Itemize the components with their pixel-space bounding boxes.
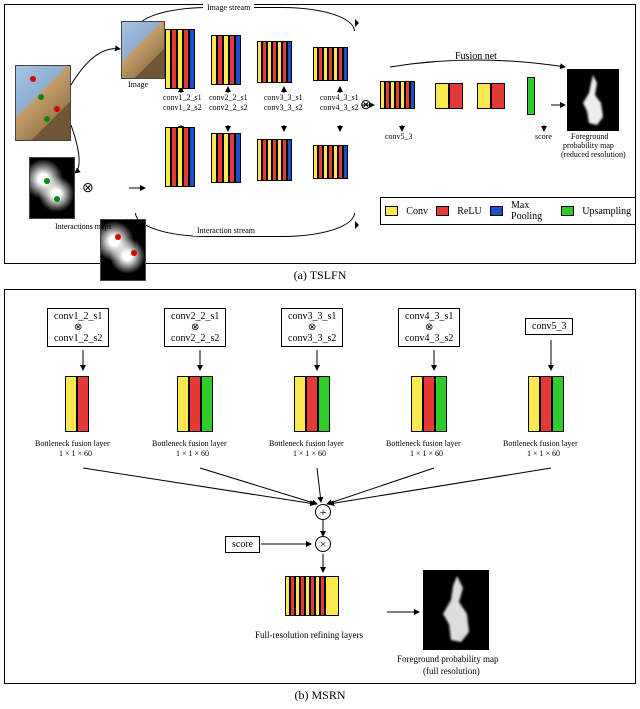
- fusion-net-label: Fusion net: [455, 51, 497, 62]
- legend-maxpool-swatch: [490, 206, 503, 216]
- featbox-1: conv2_2_s1 ⊗ conv2_2_s2: [164, 308, 226, 347]
- oplus-icon: +: [315, 504, 331, 520]
- score-label-a: score: [535, 133, 552, 142]
- refining-layers: [285, 576, 339, 616]
- int-stream-stage4: [313, 145, 348, 179]
- conv-label-top-3: conv4_3_s1: [320, 94, 359, 103]
- featbox-2: conv3_3_s1 ⊗ conv3_3_s2: [281, 308, 343, 347]
- conv-label-bot-0: conv1_2_s2: [163, 104, 202, 113]
- legend-maxpool: Max Pooling: [511, 200, 553, 222]
- fusion-conv5_3: [380, 81, 415, 109]
- legend: Conv ReLU Max Pooling Upsampling: [380, 197, 636, 225]
- featbox-0-otimes: ⊗: [54, 322, 102, 333]
- fpm-full-l1: Foreground probability map: [397, 654, 498, 664]
- interaction-map-1: [29, 157, 75, 219]
- panel-tslfn: Image stream Interaction stream: [4, 4, 636, 264]
- panel-msrn: conv1_2_s1 ⊗ conv1_2_s2 conv2_2_s1 ⊗ con…: [4, 289, 636, 684]
- fpm-reduced: [567, 69, 619, 131]
- fusion-block2: [435, 83, 463, 109]
- score-box: score: [225, 536, 260, 553]
- featbox-1-bot: conv2_2_s2: [171, 333, 219, 344]
- legend-relu: ReLU: [457, 206, 481, 217]
- legend-conv: Conv: [406, 206, 428, 217]
- frl-label: Full-resolution refining layers: [255, 630, 363, 640]
- legend-upsample: Upsampling: [582, 206, 631, 217]
- featbox-2-top: conv3_3_s1: [288, 311, 336, 322]
- otimes-icon: ⊗: [82, 180, 94, 197]
- featbox-4-label: conv5_3: [532, 321, 566, 332]
- panel-a-caption: (a) TSLFN: [0, 268, 640, 283]
- conv5_3-label-a: conv5_3: [385, 133, 413, 142]
- bfl-dim-2: 1 × 1 × 60: [293, 450, 326, 459]
- int-stream-stage1: [165, 127, 195, 187]
- score-label-b: score: [232, 539, 253, 550]
- fpm-reduced-l3: (reduced resolution): [561, 151, 626, 160]
- featbox-3-bot: conv4_3_s2: [405, 333, 453, 344]
- bfl-2: [294, 376, 330, 432]
- conv-label-top-1: conv2_2_s1: [209, 94, 248, 103]
- img-stream-stage2: [211, 35, 241, 85]
- bfl-label-0: Bottleneck fusion layer: [35, 440, 110, 449]
- featbox-2-otimes: ⊗: [288, 322, 336, 333]
- featbox-0-top: conv1_2_s1: [54, 311, 102, 322]
- otimes-merge-icon: ×: [315, 536, 331, 552]
- bfl-0: [65, 376, 89, 432]
- featbox-3-otimes: ⊗: [405, 322, 453, 333]
- legend-conv-swatch: [385, 206, 398, 216]
- bfl-dim-3: 1 × 1 × 60: [410, 450, 443, 459]
- fusion-block3: [477, 83, 505, 109]
- conv-label-bot-1: conv2_2_s2: [209, 104, 248, 113]
- interactions-maps-label: Interactions maps: [55, 223, 112, 232]
- panel-b-caption: (b) MSRN: [0, 688, 640, 703]
- legend-relu-swatch: [436, 206, 449, 216]
- bfl-dim-4: 1 × 1 × 60: [527, 450, 560, 459]
- bfl-4: [528, 376, 564, 432]
- conv-label-top-2: conv3_3_s1: [264, 94, 303, 103]
- featbox-2-bot: conv3_3_s2: [288, 333, 336, 344]
- conv-label-bot-2: conv3_3_s2: [264, 104, 303, 113]
- img-stream-stage1: [165, 29, 195, 89]
- fpm-full-l2: (full resolution): [423, 666, 480, 676]
- fusion-upsample: [527, 77, 535, 115]
- bfl-label-4: Bottleneck fusion layer: [503, 440, 578, 449]
- bfl-label-2: Bottleneck fusion layer: [269, 440, 344, 449]
- img-stream-stage4: [313, 47, 348, 81]
- featbox-1-top: conv2_2_s1: [171, 311, 219, 322]
- featbox-3-top: conv4_3_s1: [405, 311, 453, 322]
- int-stream-stage3: [257, 139, 292, 181]
- featbox-1-otimes: ⊗: [171, 322, 219, 333]
- featbox-0-bot: conv1_2_s2: [54, 333, 102, 344]
- conv-label-bot-3: conv4_3_s2: [320, 104, 359, 113]
- panel-b-connectors: [5, 290, 640, 685]
- fpm-full: [423, 570, 489, 650]
- bfl-dim-0: 1 × 1 × 60: [59, 450, 92, 459]
- image-label: Image: [128, 81, 148, 90]
- stream-merge-icon: ⊗: [360, 97, 372, 114]
- bfl-3: [411, 376, 447, 432]
- featbox-0: conv1_2_s1 ⊗ conv1_2_s2: [47, 308, 109, 347]
- legend-upsample-swatch: [561, 206, 574, 216]
- bfl-dim-1: 1 × 1 × 60: [176, 450, 209, 459]
- featbox-4: conv5_3: [525, 318, 573, 335]
- bfl-label-1: Bottleneck fusion layer: [152, 440, 227, 449]
- image-input-top: [121, 21, 165, 79]
- int-stream-stage2: [211, 133, 241, 183]
- bfl-label-3: Bottleneck fusion layer: [386, 440, 461, 449]
- conv-label-top-0: conv1_2_s1: [163, 94, 202, 103]
- bfl-1: [177, 376, 213, 432]
- img-stream-stage3: [257, 41, 292, 83]
- featbox-3: conv4_3_s1 ⊗ conv4_3_s2: [398, 308, 460, 347]
